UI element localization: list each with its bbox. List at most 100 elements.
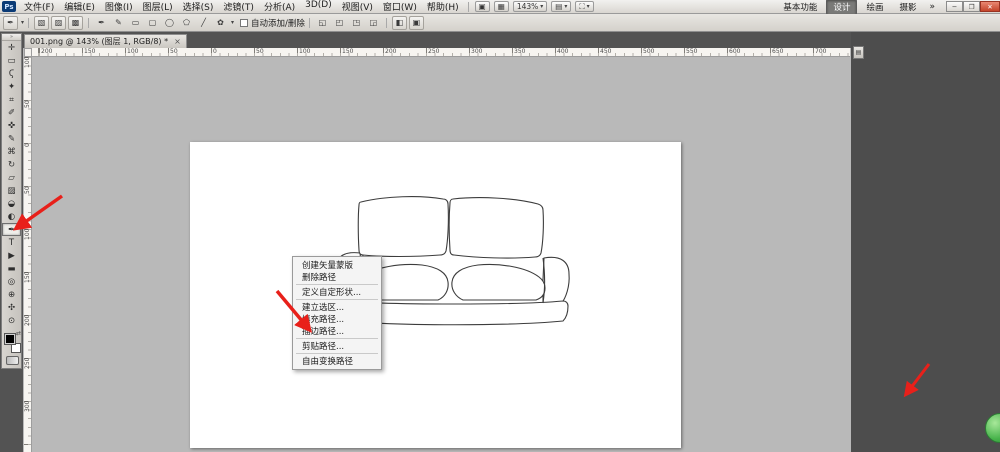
crop-tool[interactable]: ⌗ <box>2 93 21 106</box>
context-menu-item[interactable] <box>293 337 381 340</box>
3d-camera-tool[interactable]: ⊕ <box>2 288 21 301</box>
healing-brush-tool[interactable]: ✜ <box>2 119 21 132</box>
workspace-button[interactable]: 设计 <box>826 0 857 15</box>
context-menu-item[interactable]: 创建矢量蒙版 <box>293 259 381 271</box>
3d-rotate-tool[interactable]: ◎ <box>2 275 21 288</box>
menu-item[interactable]: 3D(D) <box>300 0 337 13</box>
swap-colors-icon[interactable]: ⇄ <box>16 331 21 336</box>
move-tool[interactable]: ✛ <box>2 41 21 54</box>
auto-add-delete-checkbox[interactable] <box>240 19 248 27</box>
shape-button[interactable]: ✎ <box>111 16 126 30</box>
dodge-tool[interactable]: ◐ <box>2 210 21 223</box>
mode-button[interactable]: ▧ <box>34 16 49 30</box>
workspace-button[interactable]: 基本功能 <box>776 0 824 15</box>
shape-button[interactable]: ✿ <box>213 16 228 30</box>
zoom-level-dropdown[interactable]: 143%▾ <box>513 1 547 12</box>
foreground-background-colors[interactable]: ⇄ <box>5 331 21 353</box>
path-area-button[interactable]: ◳ <box>349 16 364 30</box>
tool-preset-button[interactable]: ✒ <box>3 16 18 30</box>
path-area-button[interactable]: ◲ <box>366 16 381 30</box>
context-menu-item[interactable] <box>293 298 381 301</box>
screen-mode-button[interactable]: ⛶▾ <box>575 1 593 12</box>
mode-button[interactable]: ▩ <box>68 16 83 30</box>
option-button[interactable]: ▣ <box>409 16 424 30</box>
context-menu-item[interactable]: 描边路径... <box>293 325 381 337</box>
window-controls: ─ ❐ ✕ <box>946 1 1000 12</box>
clone-stamp-tool[interactable]: ⌘ <box>2 145 21 158</box>
tools-panel-grip[interactable]: » <box>2 34 21 41</box>
workspace-button[interactable]: 绘画 <box>859 0 890 15</box>
marquee-tool[interactable]: ▭ <box>2 54 21 67</box>
context-menu-item[interactable]: 建立选区... <box>293 301 381 313</box>
ruler-label: 100 <box>24 229 32 272</box>
type-tool[interactable]: T <box>2 236 21 249</box>
foreground-color-swatch[interactable] <box>5 334 15 344</box>
view-extras-button[interactable]: ▦ <box>494 1 509 12</box>
quick-mask-button[interactable] <box>6 356 19 365</box>
ruler-label: 300 <box>24 401 32 444</box>
menu-item[interactable]: 窗口(W) <box>378 0 422 13</box>
tool-icon: ✛ <box>8 43 15 53</box>
bridge-launch-button[interactable]: ▣ <box>475 1 490 12</box>
shape-button[interactable]: ✒ <box>94 16 109 30</box>
eraser-tool[interactable]: ▱ <box>2 171 21 184</box>
tool-icon: T <box>9 238 14 248</box>
path-area-button[interactable]: ◰ <box>332 16 347 30</box>
tool-icon: ▶ <box>8 251 15 261</box>
menu-item[interactable]: 分析(A) <box>259 0 300 13</box>
context-menu-item[interactable]: 删除路径 <box>293 271 381 283</box>
document-tab[interactable]: 001.png @ 143% (图层 1, RGB/8) * × <box>24 34 187 48</box>
ruler-label: 150 <box>24 272 32 315</box>
context-menu-item[interactable]: 填充路径... <box>293 313 381 325</box>
shape-tool[interactable]: ▬ <box>2 262 21 275</box>
menu-item[interactable]: 选择(S) <box>178 0 219 13</box>
menu-item[interactable]: 视图(V) <box>337 0 378 13</box>
menu-item[interactable]: 文件(F) <box>19 0 59 13</box>
lasso-tool[interactable]: Ϛ <box>2 67 21 80</box>
shape-button[interactable]: ◯ <box>162 16 177 30</box>
menu-item[interactable]: 编辑(E) <box>59 0 100 13</box>
ruler-label: 150 <box>82 48 125 55</box>
close-button[interactable]: ✕ <box>980 1 1000 12</box>
options-bar: ✒ ▾ ▧▨▩ ✒✎▭▢◯⬠╱✿ ▾ 自动添加/删除 ◱◰◳◲ ◧▣ <box>0 14 1000 32</box>
minimize-button[interactable]: ─ <box>946 1 963 12</box>
shape-button[interactable]: ▭ <box>128 16 143 30</box>
path-area-button[interactable]: ◱ <box>315 16 330 30</box>
vertical-ruler[interactable]: 10050050100150200250300 <box>24 57 32 452</box>
hand-tool[interactable]: ✣ <box>2 301 21 314</box>
context-menu-item[interactable]: 自由变换路径 <box>293 355 381 367</box>
context-menu-item[interactable]: 剪贴路径... <box>293 340 381 352</box>
close-tab-icon[interactable]: × <box>174 37 181 46</box>
horizontal-ruler[interactable]: 2001501005005010015020025030035040045050… <box>32 48 850 57</box>
ruler-label: 100 <box>24 57 32 100</box>
context-menu-item[interactable]: 定义自定形状... <box>293 286 381 298</box>
context-menu-item[interactable] <box>293 352 381 355</box>
shape-button[interactable]: ⬠ <box>179 16 194 30</box>
history-brush-tool[interactable]: ↻ <box>2 158 21 171</box>
option-button[interactable]: ◧ <box>392 16 407 30</box>
context-menu-item-label: 自由变换路径 <box>302 355 353 367</box>
shape-button[interactable]: ▢ <box>145 16 160 30</box>
menu-item[interactable]: 图层(L) <box>138 0 178 13</box>
gradient-tool[interactable]: ▨ <box>2 184 21 197</box>
menu-item[interactable]: 帮助(H) <box>422 0 464 13</box>
menu-item[interactable]: 滤镜(T) <box>218 0 259 13</box>
menu-item[interactable]: 图像(I) <box>100 0 138 13</box>
collapsed-panel-button[interactable]: ▤ <box>853 46 864 59</box>
mode-button[interactable]: ▨ <box>51 16 66 30</box>
workspace-overflow-button[interactable]: » <box>924 2 940 12</box>
blur-tool[interactable]: ◒ <box>2 197 21 210</box>
background-color-swatch[interactable] <box>11 343 21 353</box>
eyedropper-tool[interactable]: ✐ <box>2 106 21 119</box>
brush-tool[interactable]: ✎ <box>2 132 21 145</box>
arrange-documents-button[interactable]: ▤▾ <box>551 1 571 12</box>
quick-selection-tool[interactable]: ✦ <box>2 80 21 93</box>
path-selection-tool[interactable]: ▶ <box>2 249 21 262</box>
context-menu-item[interactable] <box>293 283 381 286</box>
divider <box>386 18 387 28</box>
shape-button[interactable]: ╱ <box>196 16 211 30</box>
restore-button[interactable]: ❐ <box>963 1 980 12</box>
pen-tool[interactable]: ✒ <box>2 223 21 236</box>
workspace-button[interactable]: 摄影 <box>892 0 923 15</box>
zoom-tool[interactable]: ⊙ <box>2 314 21 327</box>
